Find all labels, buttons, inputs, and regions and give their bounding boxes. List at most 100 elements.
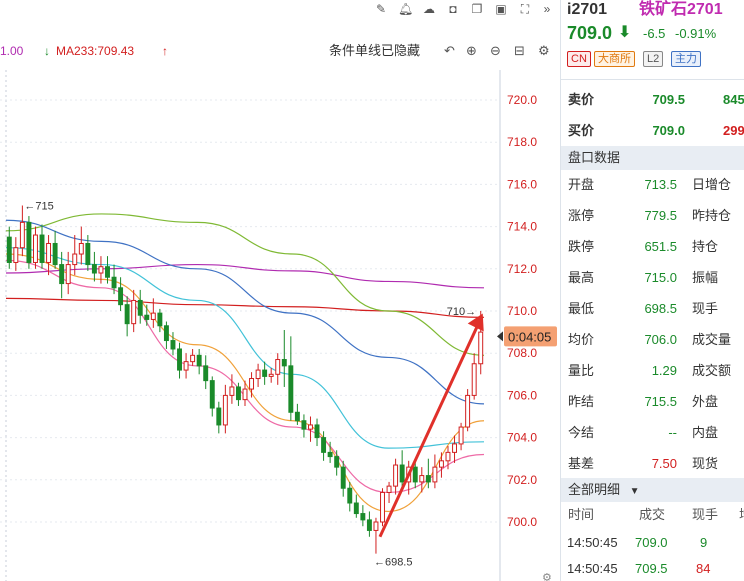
candle (275, 353, 281, 385)
ma-line (5, 259, 485, 494)
arrow-down-icon: ⬇ (618, 24, 632, 41)
pencil-icon[interactable]: ✎ (374, 2, 388, 16)
layout-icon[interactable]: ▣ (494, 2, 508, 16)
camera-icon[interactable]: ◘ (446, 2, 460, 16)
hidden-lines-text: 条件单线已隐藏 (329, 43, 421, 58)
y-tick-label: 720.0 (507, 93, 537, 107)
candle-body (393, 464, 399, 487)
undo-icon[interactable]: ↶ (444, 42, 455, 60)
tick-price: 709.0 (635, 535, 668, 550)
candle (347, 481, 353, 512)
candle (360, 505, 366, 527)
price-axis: 720.0 718.0 716.0 714.0 712.0 710.0 708.0 706.0… (507, 93, 537, 529)
candle-body (157, 312, 163, 327)
candle-body (78, 242, 84, 255)
stat-label: 均价 (568, 332, 595, 347)
bid-volume: 299 (723, 123, 744, 138)
candlestick-chart[interactable]: ←715 ←698.5 710→ 0:04:05 ⚙ 720.0 718.0 716.0 71… (0, 70, 560, 581)
candle-body (124, 304, 130, 325)
candle (393, 458, 399, 495)
stat-label-2: 昨持仓 (692, 208, 732, 223)
ask-label: 卖价 (568, 92, 595, 107)
candle (183, 353, 189, 379)
gear-icon: ⚙ (542, 572, 552, 581)
candle-body (321, 437, 327, 453)
candle-body (98, 266, 104, 274)
candle (255, 363, 261, 387)
cloud-icon[interactable]: ☁ (422, 2, 436, 16)
candle (432, 454, 438, 489)
reset-icon[interactable]: ⊟ (514, 42, 525, 60)
candle-body (209, 380, 215, 409)
stat-label: 涨停 (568, 208, 595, 223)
stat-label: 基差 (568, 456, 595, 471)
candle (33, 226, 38, 269)
candle-body (281, 359, 287, 367)
candle-body (26, 221, 32, 263)
candles (6, 205, 484, 554)
candle-body (65, 264, 71, 285)
candle-body (163, 325, 169, 342)
candle-body (294, 411, 300, 422)
candle-body (465, 394, 471, 428)
stat-label: 昨结 (568, 394, 595, 409)
candle-body (373, 521, 379, 531)
candle-body (360, 513, 366, 521)
candle-body (183, 361, 189, 371)
stat-label: 最高 (568, 270, 595, 285)
ticks-header-row: 时间 成交 现手 增 (561, 502, 744, 528)
candle-body (216, 407, 222, 426)
candle-body (386, 485, 392, 493)
stat-row: 均价 706.0 成交量 (561, 325, 744, 355)
collapse-icon[interactable]: » (540, 2, 554, 16)
window-icon[interactable]: ❐ (470, 2, 484, 16)
y-tick-label: 718.0 (507, 135, 537, 149)
last-price-marker: 710→ (447, 306, 476, 318)
candle (314, 418, 320, 447)
candle-body (235, 386, 241, 401)
candle-body (255, 369, 261, 380)
stat-row: 昨结 715.5 外盘 (561, 387, 744, 417)
expand-icon[interactable]: ⛶ (518, 2, 532, 16)
candle (458, 422, 464, 451)
stat-value: 715.0 (644, 270, 677, 285)
candle-body (229, 386, 235, 396)
zoom-out-icon[interactable]: ⊖ (490, 42, 501, 60)
tick-time: 14:50:45 (567, 561, 618, 576)
candle-body (445, 451, 451, 462)
candle (216, 401, 222, 434)
candle-body (478, 331, 484, 365)
candle (52, 230, 58, 269)
candle-body (327, 451, 333, 458)
zoom-in-icon[interactable]: ⊕ (466, 42, 477, 60)
candle-body (118, 287, 124, 306)
ticks-header-qty: 现手 (692, 507, 719, 522)
ask-price: 709.5 (652, 92, 685, 107)
candle-body (144, 314, 150, 320)
y-tick-label: 704.0 (507, 431, 537, 445)
candle (465, 389, 471, 432)
candle (209, 376, 215, 417)
candle (39, 224, 45, 269)
candle-body (242, 388, 248, 401)
candle (177, 342, 182, 379)
candle-body (340, 466, 346, 489)
y-tick-label: 708.0 (507, 346, 537, 360)
candle (353, 494, 359, 518)
candle (301, 414, 307, 438)
candle-body (471, 363, 477, 396)
ma-line (5, 247, 485, 449)
stat-value: 698.5 (644, 301, 677, 316)
ticks-header-oi: 增 (739, 502, 744, 528)
candle-body (458, 426, 464, 445)
ticks-section-header[interactable]: 全部明细 ▼ (561, 478, 744, 502)
candle-body (412, 466, 418, 483)
stat-label-2: 内盘 (692, 425, 719, 440)
low-marker: ←698.5 (374, 557, 413, 569)
settings-icon[interactable]: ⚙ (538, 42, 550, 60)
bell-icon[interactable]: 🔔︎ (398, 2, 413, 16)
candle (340, 460, 346, 497)
bid-price: 709.0 (652, 123, 685, 138)
candle-body (452, 443, 457, 453)
price-change: -6.5 (643, 26, 666, 41)
